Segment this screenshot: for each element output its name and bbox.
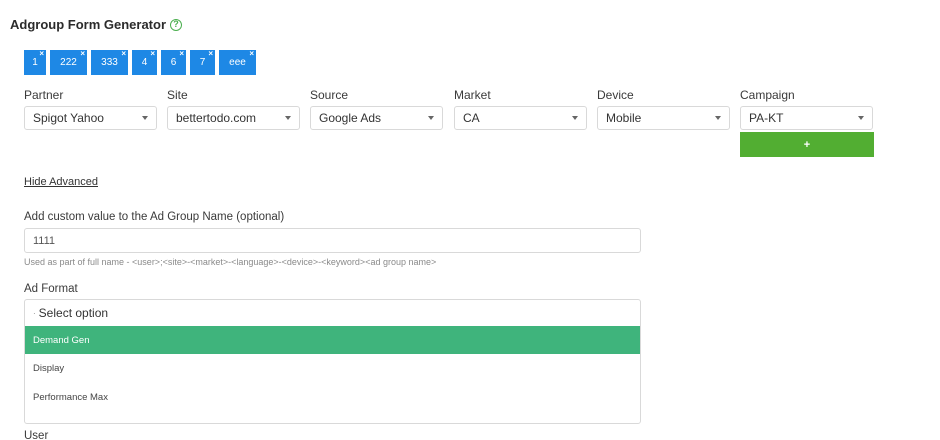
campaign-select[interactable]: PA-KT bbox=[740, 106, 873, 130]
ad-format-select[interactable]: · Select option Demand Gen Display Perfo… bbox=[24, 299, 641, 424]
source-field: Source Google Ads bbox=[310, 88, 443, 130]
device-select[interactable]: Mobile bbox=[597, 106, 730, 130]
remove-tag-icon[interactable]: × bbox=[80, 50, 85, 58]
remove-tag-icon[interactable]: × bbox=[39, 50, 44, 58]
add-button[interactable]: + bbox=[740, 132, 874, 157]
device-field: Device Mobile bbox=[597, 88, 730, 130]
tag-chip: 222 × bbox=[50, 50, 87, 75]
chevron-down-icon bbox=[428, 116, 434, 120]
chevron-down-icon bbox=[858, 116, 864, 120]
site-field: Site bettertodo.com bbox=[167, 88, 300, 130]
campaign-field: Campaign PA-KT bbox=[740, 88, 873, 130]
campaign-value: PA-KT bbox=[749, 111, 784, 125]
custom-name-hint: Used as part of full name - <user>;<site… bbox=[24, 257, 437, 267]
tag-label: 4 bbox=[141, 57, 148, 68]
source-label: Source bbox=[310, 88, 349, 102]
remove-tag-icon[interactable]: × bbox=[150, 50, 155, 58]
market-field: Market CA bbox=[454, 88, 587, 130]
hide-advanced-link[interactable]: Hide Advanced bbox=[24, 176, 98, 188]
source-value: Google Ads bbox=[319, 111, 382, 125]
tag-label: 222 bbox=[60, 57, 77, 68]
help-icon[interactable]: ? bbox=[170, 18, 183, 31]
ad-format-label: Ad Format bbox=[24, 283, 78, 295]
tag-label: eee bbox=[229, 57, 246, 68]
chevron-down-icon bbox=[572, 116, 578, 120]
ad-format-option[interactable]: Demand Gen bbox=[25, 326, 640, 354]
custom-name-input[interactable]: 1111 bbox=[24, 228, 641, 253]
device-label: Device bbox=[597, 88, 634, 102]
market-select[interactable]: CA bbox=[454, 106, 587, 130]
tag-chip: 333 × bbox=[91, 50, 128, 75]
tag-label: 333 bbox=[101, 57, 118, 68]
chevron-down-icon bbox=[142, 116, 148, 120]
site-value: bettertodo.com bbox=[176, 111, 257, 125]
page-title: Adgroup Form Generator ? bbox=[10, 17, 183, 32]
tag-label: 7 bbox=[199, 57, 206, 68]
ad-format-placeholder: Select option bbox=[38, 306, 109, 320]
tag-label: 1 bbox=[32, 57, 38, 68]
market-value: CA bbox=[463, 111, 480, 125]
site-label: Site bbox=[167, 88, 188, 102]
source-select[interactable]: Google Ads bbox=[310, 106, 443, 130]
custom-name-label: Add custom value to the Ad Group Name (o… bbox=[24, 211, 285, 223]
page-title-text: Adgroup Form Generator bbox=[10, 17, 167, 32]
tag-label: 6 bbox=[170, 57, 177, 68]
ad-format-search[interactable]: · Select option bbox=[25, 300, 640, 326]
bullet-icon: · bbox=[33, 308, 36, 318]
device-value: Mobile bbox=[606, 111, 642, 125]
market-label: Market bbox=[454, 88, 491, 102]
remove-tag-icon[interactable]: × bbox=[179, 50, 184, 58]
partner-field: Partner Spigot Yahoo bbox=[24, 88, 157, 130]
remove-tag-icon[interactable]: × bbox=[121, 50, 126, 58]
partner-label: Partner bbox=[24, 88, 64, 102]
remove-tag-icon[interactable]: × bbox=[208, 50, 213, 58]
tag-chip: 4 × bbox=[132, 50, 157, 75]
chevron-down-icon bbox=[715, 116, 721, 120]
tag-chip: 1 × bbox=[24, 50, 46, 75]
partner-value: Spigot Yahoo bbox=[33, 111, 104, 125]
tag-chip: 6 × bbox=[161, 50, 186, 75]
tag-chip: 7 × bbox=[190, 50, 215, 75]
ad-format-option[interactable]: Performance Max bbox=[25, 383, 640, 412]
tag-list: 1 × 222 × 333 × 4 × 6 × 7 × eee × bbox=[24, 50, 256, 75]
site-select[interactable]: bettertodo.com bbox=[167, 106, 300, 130]
tag-chip: eee × bbox=[219, 50, 256, 75]
partner-select[interactable]: Spigot Yahoo bbox=[24, 106, 157, 130]
chevron-down-icon bbox=[285, 116, 291, 120]
campaign-label: Campaign bbox=[740, 88, 795, 102]
user-label: User bbox=[24, 430, 49, 440]
ad-format-option[interactable]: Display bbox=[25, 354, 640, 383]
remove-tag-icon[interactable]: × bbox=[249, 50, 254, 58]
